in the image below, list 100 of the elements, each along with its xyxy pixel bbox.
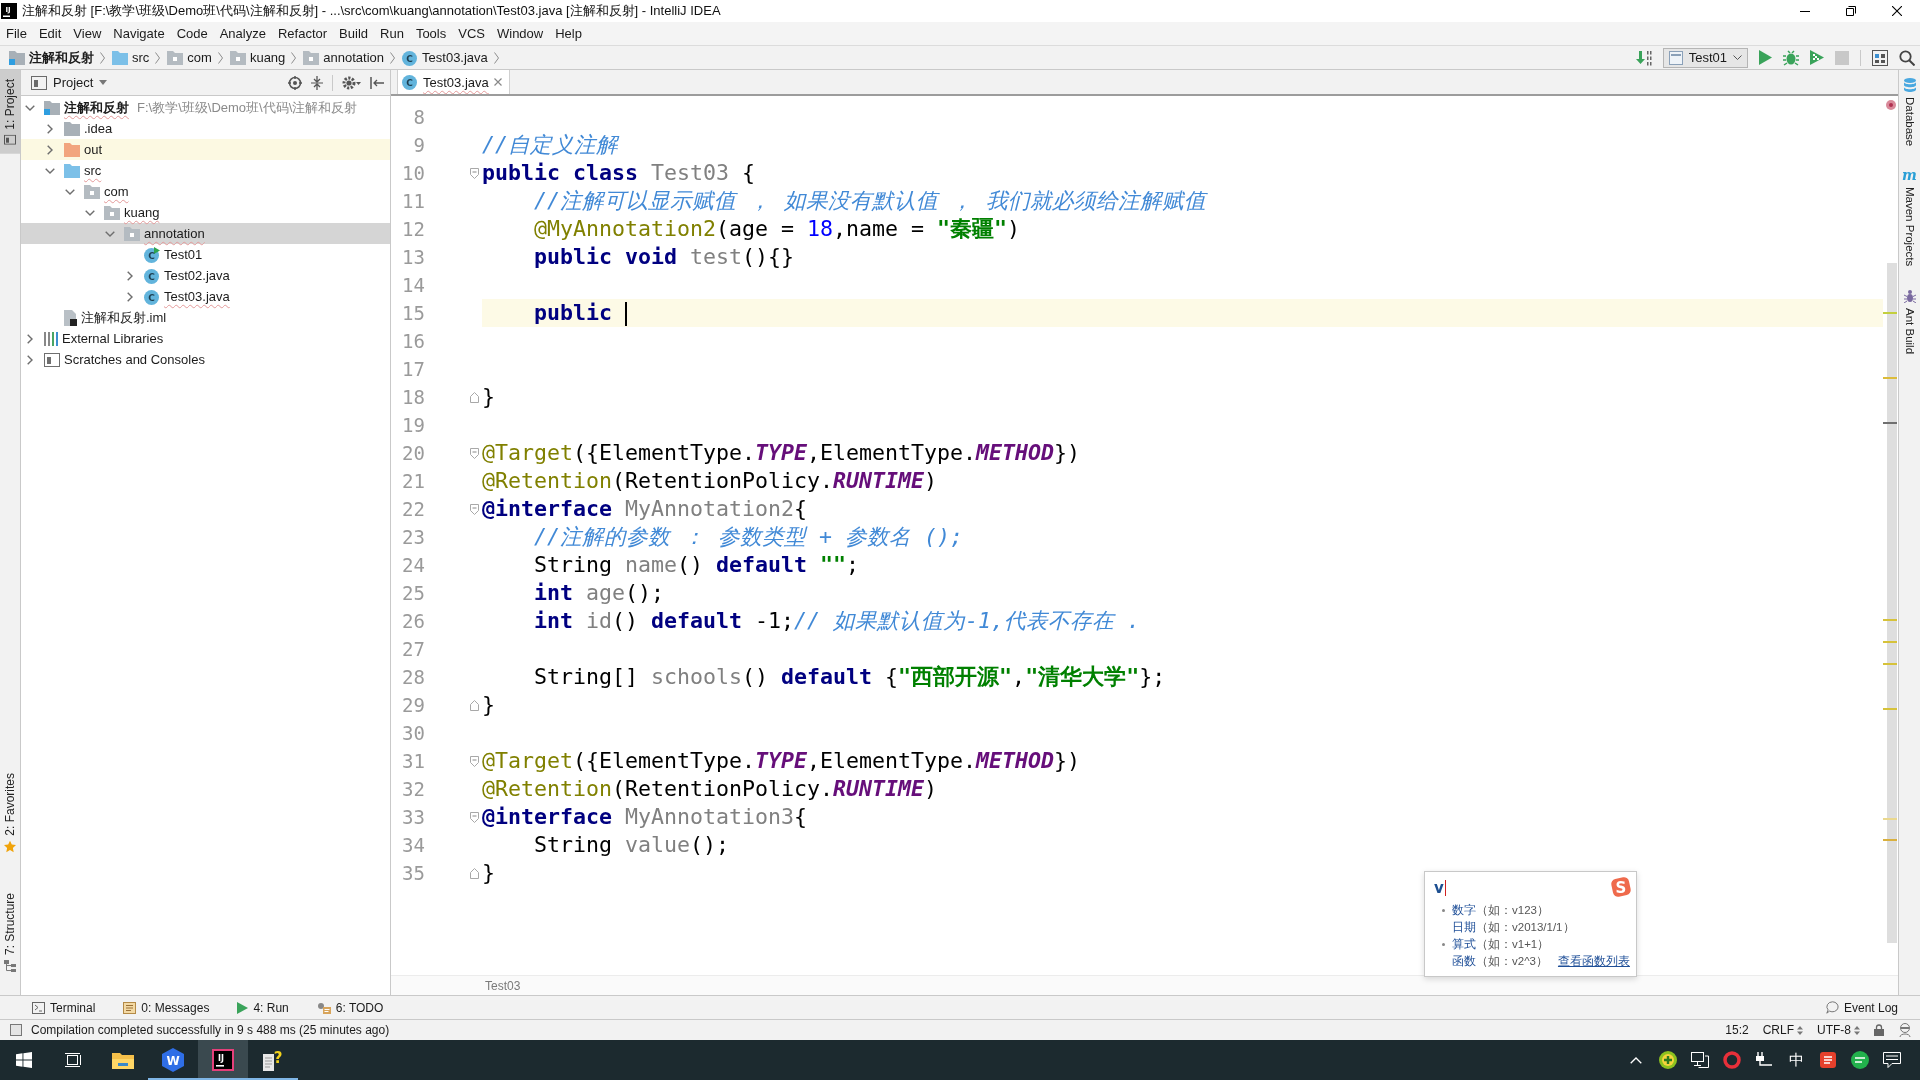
tree-item[interactable]: annotation [21, 223, 390, 244]
chevron-up-icon[interactable] [1630, 1056, 1642, 1064]
settings-icon[interactable] [342, 75, 361, 90]
debug-icon[interactable] [1783, 49, 1799, 66]
error-stripe-marker[interactable] [1883, 312, 1897, 314]
chevron-down-icon[interactable] [25, 104, 35, 111]
chevron-right-icon[interactable] [47, 144, 53, 155]
input-method-option[interactable]: 函数（如：v2^3） 查看函数列表 [1434, 953, 1636, 970]
tool-window-button[interactable]: 6: TODO [314, 996, 386, 1019]
tool-window-tab[interactable]: m Maven Projects [1899, 164, 1920, 271]
view-selector-dropdown[interactable]: Project [31, 75, 108, 90]
project-structure-icon[interactable] [1872, 49, 1888, 66]
chevron-down-icon[interactable] [65, 188, 75, 195]
tree-item[interactable]: com [21, 181, 390, 202]
plug-icon[interactable] [1755, 1052, 1773, 1068]
chevron-right-icon[interactable] [27, 333, 33, 344]
hide-panel-icon[interactable] [370, 76, 384, 89]
fold-start-icon[interactable] [470, 447, 479, 459]
chat-icon[interactable] [1851, 1051, 1869, 1069]
collapse-all-icon[interactable] [311, 75, 323, 90]
chevron-down-icon[interactable] [105, 230, 115, 237]
tree-item[interactable]: 注解和反射.iml [21, 307, 390, 328]
scrollbar-thumb[interactable] [1887, 263, 1897, 943]
breadcrumb-item[interactable]: annotation [303, 48, 385, 67]
menu-item[interactable]: Navigate [107, 23, 171, 44]
app-icon[interactable] [1820, 1052, 1836, 1068]
tool-window-tab[interactable]: 1: Project [0, 70, 20, 154]
breadcrumb-item[interactable]: 注解和反射 [9, 48, 94, 67]
run-configuration-dropdown[interactable]: Test01 [1662, 47, 1748, 68]
menu-item[interactable]: Edit [32, 23, 68, 44]
input-language-indicator[interactable]: 中 [1788, 1050, 1804, 1070]
fold-start-icon[interactable] [470, 503, 479, 515]
error-stripe-marker[interactable] [1883, 619, 1897, 621]
menu-item[interactable]: Refactor [271, 23, 334, 44]
event-log-button[interactable]: Event Log [1823, 996, 1900, 1019]
caret-position[interactable]: 15:2 [1725, 1023, 1749, 1037]
error-stripe-marker[interactable] [1883, 839, 1897, 841]
breadcrumb-item[interactable]: kuang [229, 48, 286, 67]
search-icon[interactable] [1899, 49, 1915, 66]
tree-item[interactable]: C Test03.java [21, 286, 390, 307]
tool-window-tab[interactable]: 2: Favorites [0, 764, 20, 862]
ring-icon[interactable] [1723, 1051, 1741, 1069]
tree-item[interactable]: .idea [21, 118, 390, 139]
menu-item[interactable]: Tools [409, 23, 453, 44]
tool-window-tab[interactable]: Database [1899, 74, 1920, 151]
chevron-down-icon[interactable] [85, 209, 95, 216]
error-stripe-marker[interactable] [1883, 422, 1897, 424]
menu-item[interactable]: Help [549, 23, 588, 44]
error-stripe-marker[interactable] [1883, 818, 1897, 820]
tree-item[interactable]: out [21, 139, 390, 160]
breadcrumb-item[interactable]: Test03 [485, 978, 521, 993]
error-stripe-marker[interactable] [1883, 663, 1897, 665]
input-method-option[interactable]: 日期（如：v2013/1/1） [1434, 919, 1636, 936]
tool-window-tab[interactable]: Ant Build [1899, 284, 1920, 358]
lock-icon[interactable] [1874, 1024, 1884, 1036]
encoding-selector[interactable]: UTF-8 [1817, 1023, 1860, 1037]
plus-circle-icon[interactable] [1659, 1051, 1677, 1069]
chevron-right-icon[interactable] [127, 291, 133, 302]
tree-item[interactable]: C Test02.java [21, 265, 390, 286]
notification-icon[interactable] [1883, 1052, 1901, 1068]
tree-item[interactable]: External Libraries [21, 328, 390, 349]
tree-item[interactable]: 注解和反射 F:\教学\班级\Demo班\代码\注解和反射 [21, 97, 390, 118]
chevron-right-icon[interactable] [27, 354, 33, 365]
input-method-option[interactable]: 算式（如：v1+1） [1434, 936, 1636, 953]
chevron-down-icon[interactable] [45, 167, 55, 174]
chevron-right-icon[interactable] [47, 123, 53, 134]
error-stripe-marker[interactable] [1883, 641, 1897, 643]
run-icon[interactable] [1759, 50, 1772, 65]
monitor-icon[interactable] [1691, 1052, 1709, 1068]
breadcrumb-item[interactable]: com [167, 48, 212, 67]
fold-start-icon[interactable] [470, 755, 479, 767]
menu-item[interactable]: Run [374, 23, 410, 44]
tree-item[interactable]: kuang [21, 202, 390, 223]
build-icon[interactable] [1635, 49, 1652, 66]
tree-item[interactable]: C Test01 [21, 244, 390, 265]
fold-start-icon[interactable] [470, 811, 479, 823]
locate-icon[interactable] [288, 75, 302, 90]
menu-item[interactable]: Analyze [213, 23, 272, 44]
breadcrumb-item[interactable]: src [112, 48, 150, 67]
error-stripe-marker[interactable] [1883, 377, 1897, 379]
menu-item[interactable]: View [67, 23, 108, 44]
close-icon[interactable] [493, 78, 502, 86]
taskbar-app-button[interactable]: W [148, 1040, 198, 1080]
chevron-right-icon[interactable] [127, 270, 133, 281]
tool-window-button[interactable]: Terminal [30, 996, 98, 1019]
inspection-icon[interactable] [1886, 100, 1896, 110]
menu-item[interactable]: Window [490, 23, 550, 44]
input-method-option[interactable]: 数字（如：v123） [1434, 902, 1636, 919]
taskbar-app-button[interactable]: IJ [198, 1040, 248, 1080]
tool-window-button[interactable]: 4: Run [235, 996, 291, 1019]
person-icon[interactable] [1898, 1023, 1912, 1037]
error-stripe-marker[interactable] [1883, 708, 1897, 710]
tree-item[interactable]: src [21, 160, 390, 181]
fold-start-icon[interactable] [470, 167, 479, 179]
run-with-coverage-icon[interactable] [1810, 50, 1824, 65]
tool-window-button[interactable]: 0: Messages [121, 996, 212, 1019]
menu-item[interactable]: Code [170, 23, 214, 44]
taskbar-app-button[interactable]: ? [248, 1040, 298, 1080]
line-separator-selector[interactable]: CRLF [1762, 1023, 1803, 1037]
editor-tab[interactable]: C Test03.java [397, 70, 510, 94]
